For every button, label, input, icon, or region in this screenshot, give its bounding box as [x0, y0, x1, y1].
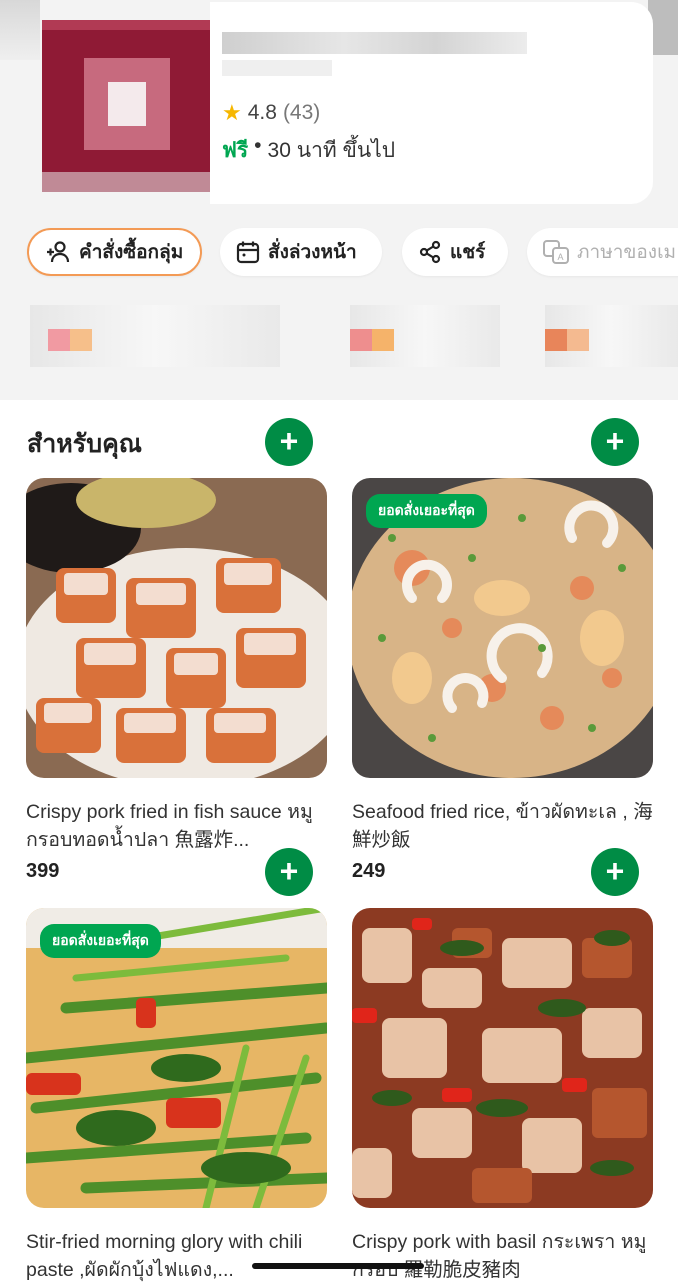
- best-seller-badge: ยอดสั่งเยอะที่สุด: [366, 494, 487, 528]
- promotions-row[interactable]: [0, 305, 678, 395]
- delivery-separator: •: [254, 134, 262, 157]
- home-indicator[interactable]: [252, 1263, 424, 1269]
- store-logo: [42, 20, 210, 192]
- translate-icon: A: [543, 240, 569, 264]
- share-button[interactable]: แชร์: [402, 228, 508, 276]
- star-icon: ★: [222, 100, 242, 125]
- language-label: ภาษาของเม: [577, 242, 677, 263]
- schedule-order-label: สั่งล่วงหน้า: [268, 242, 357, 263]
- dish-name: Crispy pork with basil กระเพรา หมูกรอบ 羅…: [352, 1231, 647, 1281]
- dish-photo: [26, 478, 327, 778]
- section-title: สำหรับคุณ: [27, 430, 142, 458]
- add-to-cart-button[interactable]: +: [265, 848, 313, 896]
- share-icon: [419, 240, 441, 264]
- dish-name: Stir-fried morning glory with chili past…: [26, 1231, 303, 1281]
- delivery-fee: ฟรี: [222, 139, 249, 162]
- schedule-order-button[interactable]: สั่งล่วงหน้า: [220, 228, 382, 276]
- best-seller-badge: ยอดสั่งเยอะที่สุด: [40, 924, 161, 958]
- delivery-info: ฟรี • 30 นาที ขึ้นไป: [222, 134, 395, 167]
- store-name-blurred: [222, 32, 527, 54]
- rating-row[interactable]: ★ 4.8 (43): [222, 100, 320, 126]
- calendar-icon: [236, 241, 260, 264]
- action-chips: คำสั่งซื้อกลุ่ม สั่งล่วงหน้า แชร์ A ภาษา…: [0, 228, 678, 280]
- add-to-cart-button[interactable]: +: [265, 418, 313, 466]
- dish-name: Crispy pork fried in fish sauce หมูกรอบท…: [26, 801, 313, 851]
- dish-price: 399: [26, 860, 60, 882]
- delivery-time: 30 นาที ขึ้นไป: [267, 139, 396, 162]
- add-to-cart-button[interactable]: +: [591, 418, 639, 466]
- store-subtitle-blurred: [222, 60, 332, 76]
- store-info-card: ★ 4.8 (43) ฟรี • 30 นาที ขึ้นไป: [210, 2, 653, 204]
- dish-price: 249: [352, 860, 386, 882]
- dish-photo: [352, 908, 653, 1208]
- svg-text:A: A: [557, 252, 563, 262]
- rating-value: 4.8: [247, 101, 277, 124]
- group-order-icon: [47, 241, 70, 263]
- blurred-back-area: [0, 0, 40, 60]
- dish-name: Seafood fried rice, ข้าวผัดทะเล , 海鮮炒飯: [352, 801, 653, 851]
- share-label: แชร์: [450, 242, 486, 263]
- rating-count: (43): [282, 101, 321, 124]
- language-button[interactable]: A ภาษาของเม: [527, 228, 678, 276]
- group-order-button[interactable]: คำสั่งซื้อกลุ่ม: [27, 228, 202, 276]
- group-order-label: คำสั่งซื้อกลุ่ม: [79, 242, 184, 263]
- add-to-cart-button[interactable]: +: [591, 848, 639, 896]
